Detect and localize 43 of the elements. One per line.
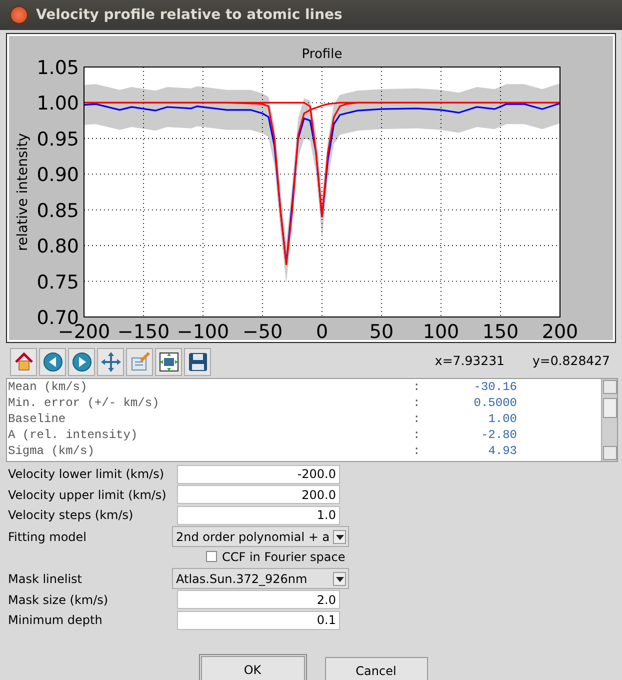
result-value: -2.80: [480, 427, 517, 443]
field-label: Mask size (km/s): [8, 592, 110, 609]
field-label: Velocity steps (km/s): [8, 507, 134, 524]
x-tick-label: 100: [422, 321, 460, 340]
result-label: A (rel. intensity): [8, 427, 139, 443]
x-tick-label: 50: [369, 321, 394, 340]
x-tick-label: 150: [482, 321, 519, 340]
chart-title: Profile: [302, 47, 342, 62]
y-tick-label: 0.95: [36, 128, 79, 150]
result-label: Min. error (+/- km/s): [8, 395, 160, 411]
field-label: Velocity lower limit (km/s): [8, 466, 166, 484]
checkbox-label: CCF in Fourier space: [222, 548, 346, 566]
y-tick-label: 1.05: [36, 57, 79, 79]
separator-colon: :: [413, 443, 422, 459]
cursor-coordinate: x=7.93231: [434, 352, 504, 370]
result-label: Mean (km/s): [8, 379, 88, 395]
y-tick-label: 0.80: [36, 236, 79, 258]
y-tick-label: 1.00: [36, 92, 79, 115]
result-value: 4.93: [487, 443, 517, 459]
x-tick-label: −50: [242, 321, 283, 340]
result-label: Baseline: [8, 411, 67, 427]
separator-colon: :: [413, 379, 422, 395]
separator-colon: :: [413, 427, 422, 443]
result-value: 0.5000: [472, 395, 517, 411]
field-label: Minimum depth: [8, 612, 104, 630]
x-tick-label: 0: [316, 321, 328, 340]
result-value: 1.00: [487, 411, 517, 427]
x-tick-label: 200: [542, 321, 578, 340]
field-label: Velocity upper limit (km/s): [8, 486, 168, 504]
y-tick-label: 0.75: [36, 271, 79, 294]
result-value: -30.16: [472, 379, 517, 395]
x-tick-label: −150: [117, 321, 170, 340]
x-tick-label: −100: [176, 321, 230, 340]
y-tick-label: 0.85: [36, 200, 79, 222]
y-tick-label: 0.90: [36, 164, 79, 186]
cursor-coordinate: y=0.828427: [532, 352, 610, 370]
field-label: Mask linelist: [8, 570, 84, 588]
separator-colon: :: [413, 411, 422, 427]
separator-colon: :: [413, 395, 422, 411]
field-label: Fitting model: [8, 528, 88, 546]
y-axis-label: relative intensity: [15, 133, 31, 251]
result-label: Sigma (km/s): [8, 443, 96, 459]
window-title: Velocity profile relative to atomic lines: [36, 6, 342, 24]
